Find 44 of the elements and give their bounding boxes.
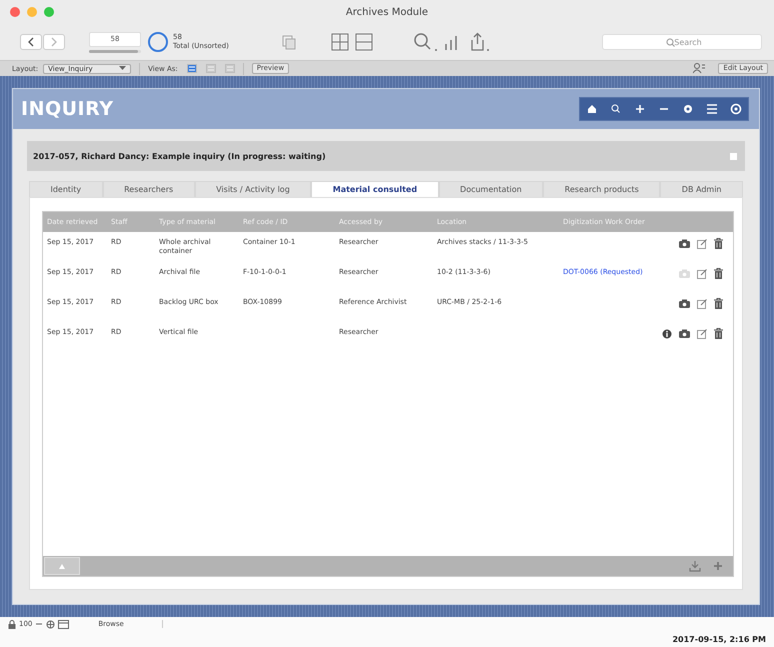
timestamp: 2017-09-15, 2:16 PM: [672, 635, 766, 644]
record-title: 2017-057, Richard Dancy: Example inquiry (In progress: waiting): [33, 152, 326, 160]
camera-icon[interactable]: [679, 329, 690, 338]
record-checkbox[interactable]: [730, 152, 737, 160]
window-icon[interactable]: [58, 620, 70, 628]
chart-icon[interactable]: [442, 33, 459, 51]
tab[interactable]: Documentation: [438, 181, 544, 197]
page-title: INQUIRY: [21, 98, 114, 120]
edit-icon[interactable]: [697, 328, 707, 338]
close-button[interactable]: [10, 7, 20, 17]
triangle-up-icon: [59, 564, 65, 568]
search-icon: [666, 38, 675, 47]
info-icon[interactable]: [662, 328, 672, 338]
account-icon[interactable]: [693, 63, 706, 74]
edit-icon[interactable]: [697, 298, 707, 308]
window-title: Archives Module: [346, 6, 428, 18]
tab[interactable]: Material consulted: [311, 181, 439, 197]
search-field[interactable]: Search: [602, 34, 762, 50]
trash-icon[interactable]: [714, 238, 723, 249]
zoom-in-icon[interactable]: [46, 620, 56, 628]
split-icon[interactable]: [354, 33, 373, 51]
form-view-icon[interactable]: [186, 64, 197, 73]
lock-icon: [8, 620, 16, 628]
camera-icon[interactable]: [679, 299, 690, 308]
tab[interactable]: Research products: [543, 181, 660, 197]
grid-icon[interactable]: [330, 33, 349, 51]
record-slider[interactable]: [89, 50, 141, 52]
tab[interactable]: Visits / Activity log: [194, 181, 312, 197]
back-button[interactable]: [20, 34, 42, 50]
search-icon[interactable]: [412, 32, 439, 52]
share-icon[interactable]: [468, 32, 491, 52]
caret-icon: [119, 66, 126, 71]
found-set-icon: [147, 31, 169, 53]
trash-icon[interactable]: [714, 328, 723, 339]
edit-icon[interactable]: [697, 268, 707, 278]
tab[interactable]: DB Admin: [660, 181, 743, 197]
trash-icon[interactable]: [714, 268, 723, 279]
camera-icon[interactable]: [679, 239, 690, 248]
tab[interactable]: Researchers: [102, 181, 195, 197]
chevron-left-icon: [27, 37, 35, 47]
trash-icon[interactable]: [714, 298, 723, 309]
edit-icon[interactable]: [697, 238, 707, 248]
tab[interactable]: Identity: [29, 181, 103, 197]
chevron-right-icon: [50, 37, 58, 47]
